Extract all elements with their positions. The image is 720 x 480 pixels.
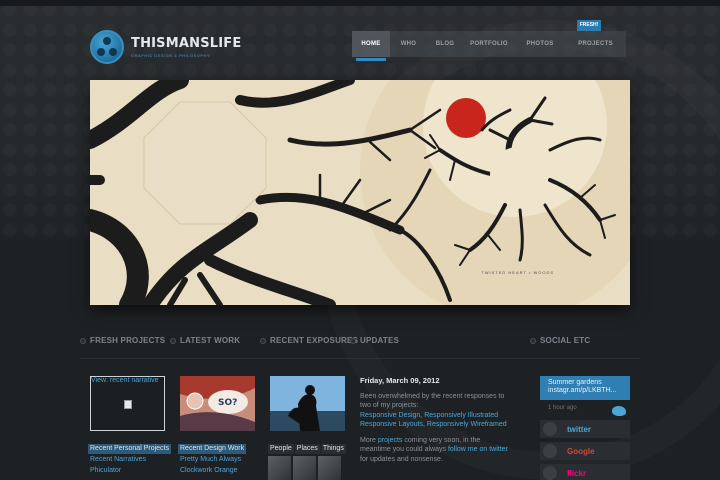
fresh-badge: FRESH! xyxy=(577,20,601,31)
top-stripe xyxy=(0,0,720,6)
update-text: More xyxy=(360,436,376,444)
nav-projects[interactable]: PROJECTS xyxy=(565,31,626,57)
heading-latest-work: LATEST WORK xyxy=(170,336,240,345)
project-link-phiculator[interactable]: Phiculator xyxy=(90,467,121,474)
tweet-timestamp: 1 hour ago xyxy=(548,405,577,411)
bullet-icon xyxy=(260,337,266,344)
brand-tagline: GRAPHIC DESIGN & PHILOSOPHY xyxy=(131,53,211,58)
nav-blog[interactable]: BLOG xyxy=(427,31,463,57)
social-name: twitter xyxy=(567,424,591,434)
update-link-responsive-design[interactable]: Responsive Design, Responsively Illustra… xyxy=(360,412,498,419)
heading-social: SOCIAL ETC xyxy=(530,336,590,345)
exposure-tabs: People Places Things xyxy=(268,444,347,454)
update-paragraph-2: More projects coming very soon, in the m… xyxy=(360,436,510,465)
thumbnail-alt-text: View: recent narrative xyxy=(91,377,159,384)
logo-icon xyxy=(90,30,124,64)
heading-social-label: SOCIAL ETC xyxy=(540,336,591,345)
update-link-projects[interactable]: projects xyxy=(378,437,403,444)
project-link-narratives[interactable]: Recent Narratives xyxy=(90,456,146,463)
heading-updates: UPDATES xyxy=(350,336,399,345)
latest-tweet[interactable]: Summer gardens instagr.am/p/LKBTH... xyxy=(540,376,630,400)
tab-people[interactable]: People xyxy=(268,444,294,454)
update-post: Friday, March 09, 2012 Been overwhelmed … xyxy=(360,376,510,470)
update-link-responsive-layouts[interactable]: Responsive Layouts, Responsively Wirefra… xyxy=(360,421,507,428)
exposure-photo xyxy=(270,376,345,431)
site-logo[interactable]: THISMANSLIFE GRAPHIC DESIGN & PHILOSOPHY xyxy=(90,30,241,64)
hero-caption: TWISTED HEART • WOODS xyxy=(481,270,554,275)
heading-latest-work-label: LATEST WORK xyxy=(180,336,241,345)
twitter-bird-icon xyxy=(612,406,626,416)
exposure-grid xyxy=(268,456,343,480)
update-paragraph-1: Been overwhelmed by the recent responses… xyxy=(360,392,510,430)
bullet-icon xyxy=(350,337,356,344)
broken-image-icon xyxy=(124,400,132,409)
nav-who[interactable]: WHO xyxy=(390,31,427,57)
twitter-icon xyxy=(543,422,557,436)
main-nav: HOME WHO BLOG PORTFOLIO PHOTOS PROJECTS xyxy=(352,31,626,61)
bullet-icon xyxy=(530,337,536,344)
exposure-grid-thumb[interactable] xyxy=(293,456,316,480)
work-thumbnail[interactable]: SO? xyxy=(180,376,255,431)
social-name: flickr xyxy=(567,468,587,478)
update-text: for updates and nonsense. xyxy=(360,455,443,463)
work-link-clockwork-orange[interactable]: Clockwork Orange xyxy=(180,467,238,474)
google-icon xyxy=(543,444,557,458)
update-text: Been overwhelmed by the recent responses… xyxy=(360,392,505,410)
flickr-icon xyxy=(543,466,557,480)
heading-recent-exposures: RECENT EXPOSURES xyxy=(260,336,358,345)
nav-portfolio[interactable]: PORTFOLIO xyxy=(463,31,515,57)
exposure-grid-thumb[interactable] xyxy=(268,456,291,480)
tab-things[interactable]: Things xyxy=(320,444,346,454)
heading-fresh-projects: FRESH PROJECTS xyxy=(80,336,165,345)
heading-recent-exposures-label: RECENT EXPOSURES xyxy=(270,336,359,345)
section-headings: FRESH PROJECTS LATEST WORK RECENT EXPOSU… xyxy=(0,336,720,352)
update-date: Friday, March 09, 2012 xyxy=(360,376,440,385)
brand-name: THISMANSLIFE xyxy=(131,36,242,51)
hero-illustration[interactable]: TWISTED HEART • WOODS xyxy=(90,80,630,305)
exposure-thumbnail[interactable] xyxy=(270,376,345,431)
projects-label[interactable]: Recent Personal Projects xyxy=(88,444,171,454)
logo-text: THISMANSLIFE GRAPHIC DESIGN & PHILOSOPHY xyxy=(131,36,241,58)
nav-home[interactable]: HOME xyxy=(352,31,390,61)
work-artwork: SO? xyxy=(180,376,255,431)
work-link-pretty-much-always[interactable]: Pretty Much Always xyxy=(180,456,241,463)
social-twitter[interactable]: twitter xyxy=(540,420,630,438)
heading-updates-label: UPDATES xyxy=(360,336,400,345)
section-divider xyxy=(80,358,640,359)
svg-text:SO?: SO? xyxy=(218,398,237,408)
heading-fresh-projects-label: FRESH PROJECTS xyxy=(90,336,166,345)
social-google[interactable]: Google xyxy=(540,442,630,460)
exposure-grid-thumb[interactable] xyxy=(318,456,341,480)
bullet-icon xyxy=(170,337,176,344)
tab-places[interactable]: Places xyxy=(294,444,320,454)
nav-photos[interactable]: PHOTOS xyxy=(515,31,565,57)
page: THISMANSLIFE GRAPHIC DESIGN & PHILOSOPHY… xyxy=(0,0,720,480)
social-flickr[interactable]: flickr xyxy=(540,464,630,480)
project-thumbnail[interactable]: View: recent narrative xyxy=(90,376,165,431)
social-name: Google xyxy=(567,446,595,456)
bullet-icon xyxy=(80,337,86,344)
work-label[interactable]: Recent Design Work xyxy=(178,444,247,454)
update-link-twitter[interactable]: follow me on twitter xyxy=(448,446,508,453)
